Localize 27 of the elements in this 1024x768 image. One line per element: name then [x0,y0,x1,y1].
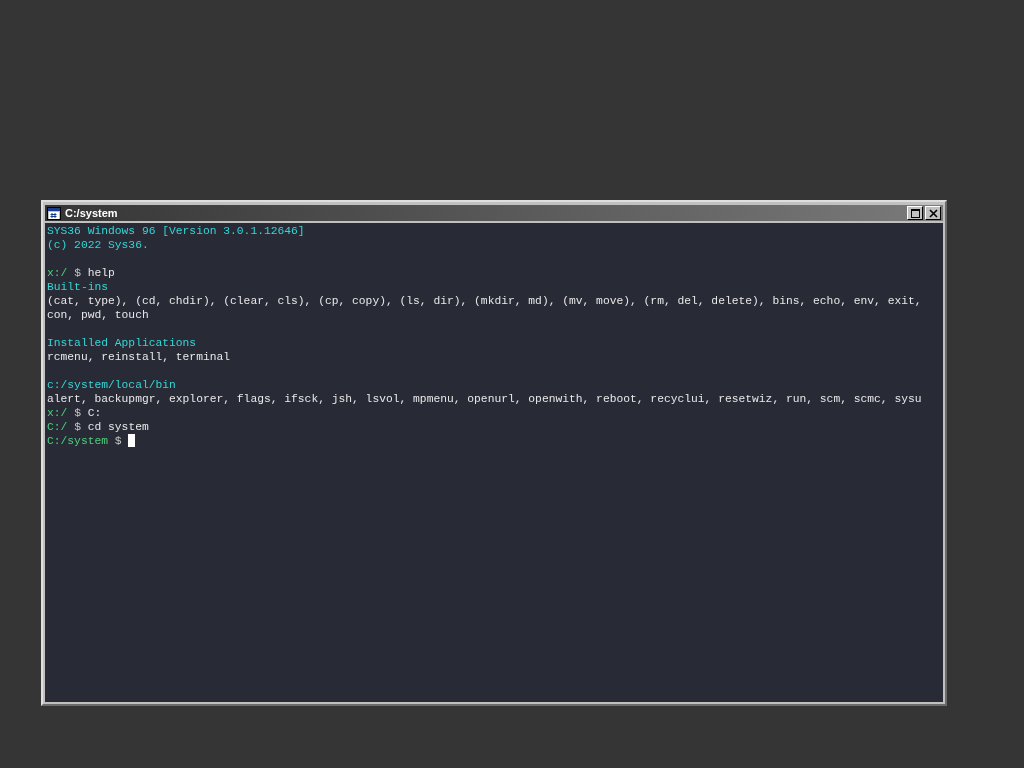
maximize-icon [910,208,920,218]
prompt-symbol: $ [74,266,81,280]
prompt-path: C:/ [47,420,68,434]
prompt-path: x:/ [47,406,68,420]
close-icon [928,208,938,218]
prompt-symbol: $ [74,406,81,420]
terminal-heading: c:/system/local/bin [47,378,176,392]
terminal-command: help [87,266,115,280]
terminal-output-line: rcmenu, reinstall, terminal [47,350,231,364]
prompt-path: C:/system [47,434,108,448]
terminal-info-line: SYS36 Windows 96 [Version 3.0.1.12646] [47,224,305,238]
terminal-output-line: con, pwd, touch [47,308,149,322]
terminal-command: cd system [87,420,149,434]
maximize-button[interactable] [907,206,923,220]
terminal-heading: Installed Applications [47,336,197,350]
close-button[interactable] [925,206,941,220]
terminal-app-icon [47,206,61,220]
terminal-command: C: [87,406,102,420]
text-cursor [128,434,136,447]
prompt-path: x:/ [47,266,68,280]
terminal-info-line: (c) 2022 Sys36. [47,238,149,252]
prompt-symbol: $ [114,434,122,448]
window-title: C:/system [65,207,118,219]
terminal-output-line: alert, backupmgr, explorer, flags, ifsck, jsh, lsvol, mpmenu, openurl, openwith, reboot, recyclui, resetwiz, run, scm, scmc, sysu [47,392,922,406]
prompt-symbol: $ [74,420,81,434]
terminal-heading: Built-ins [47,280,108,294]
terminal-output-line: (cat, type), (cd, chdir), (clear, cls), (cp, copy), (ls, dir), (mkdir, md), (mv, move), (rm, del, delete), bins, echo, env, exit, [47,294,922,308]
